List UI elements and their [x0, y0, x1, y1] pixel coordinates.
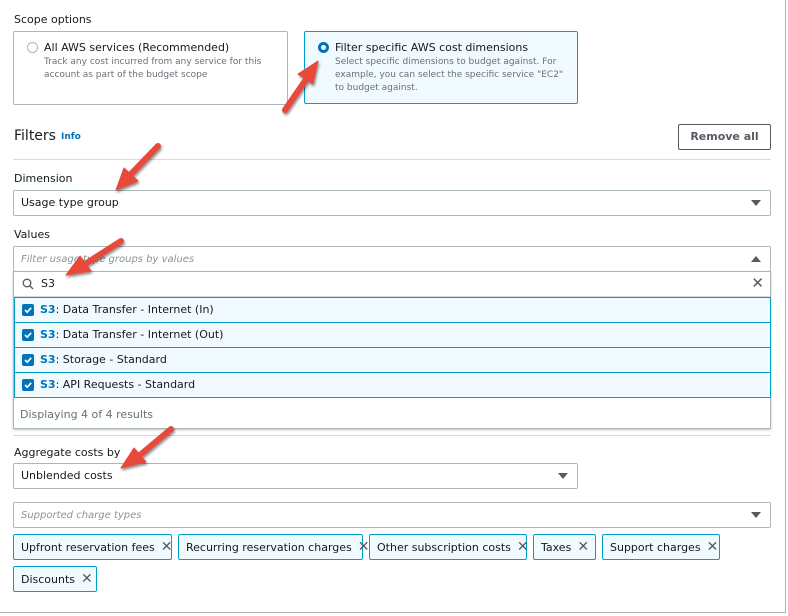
option-label: : Data Transfer - Internet (Out): [55, 328, 224, 341]
clear-search-icon[interactable]: ✕: [751, 276, 764, 291]
value-option[interactable]: S3: Data Transfer - Internet (Out): [14, 322, 771, 347]
divider: [13, 159, 771, 160]
values-dropdown: S3 ✕ S3: Data Transfer - Internet (In) S…: [13, 271, 771, 429]
values-multiselect[interactable]: Filter usage type groups by values: [13, 246, 771, 272]
remove-token-icon[interactable]: ✕: [161, 535, 173, 559]
remove-all-button[interactable]: Remove all: [678, 124, 771, 150]
info-link[interactable]: Info: [61, 132, 81, 142]
dimension-select[interactable]: Usage type group: [13, 190, 771, 216]
charge-type-token: Discounts ✕: [13, 566, 97, 592]
checkbox-checked-icon[interactable]: [22, 304, 34, 316]
results-count: Displaying 4 of 4 results: [20, 408, 153, 421]
caret-down-icon: [558, 473, 568, 479]
caret-down-icon: [751, 512, 761, 518]
token-label: Taxes: [541, 541, 572, 554]
search-icon: [22, 278, 34, 290]
option-match: S3: [40, 353, 56, 366]
charge-type-token: Recurring reservation charges ✕: [178, 534, 370, 560]
option-match: S3: [40, 328, 56, 341]
remove-token-icon[interactable]: ✕: [81, 567, 93, 591]
token-label: Recurring reservation charges: [186, 541, 352, 554]
scope-option-description: Select specific dimensions to budget aga…: [335, 57, 564, 93]
search-query: S3: [41, 277, 55, 290]
aggregate-value: Unblended costs: [21, 469, 113, 482]
checkbox-checked-icon[interactable]: [22, 379, 34, 391]
scope-option-description: Track any cost incurred from any service…: [44, 57, 262, 80]
charge-types-multiselect[interactable]: Supported charge types: [13, 502, 771, 528]
option-label: : API Requests - Standard: [55, 378, 196, 391]
scope-option-filter-dimensions[interactable]: Filter specific AWS cost dimensions Sele…: [304, 31, 578, 104]
dimension-label: Dimension: [14, 172, 73, 185]
token-label: Discounts: [21, 573, 76, 586]
checkbox-checked-icon[interactable]: [22, 354, 34, 366]
caret-down-icon: [751, 200, 761, 206]
values-label: Values: [14, 228, 50, 241]
scope-options-label: Scope options: [14, 13, 92, 26]
checkbox-checked-icon[interactable]: [22, 329, 34, 341]
values-placeholder: Filter usage type groups by values: [21, 254, 195, 265]
aggregate-label: Aggregate costs by: [14, 446, 121, 459]
value-option[interactable]: S3: API Requests - Standard: [14, 372, 771, 398]
scope-option-all-services[interactable]: All AWS services (Recommended) Track any…: [13, 31, 288, 105]
remove-token-icon[interactable]: ✕: [358, 535, 370, 559]
filters-heading: Filters: [14, 128, 56, 144]
value-option[interactable]: S3: Data Transfer - Internet (In): [14, 297, 771, 322]
charge-type-token: Upfront reservation fees ✕: [13, 534, 172, 560]
remove-token-icon[interactable]: ✕: [707, 535, 719, 559]
option-label: : Data Transfer - Internet (In): [55, 303, 214, 316]
values-search-input[interactable]: S3 ✕: [14, 272, 770, 297]
remove-token-icon[interactable]: ✕: [577, 535, 589, 559]
radio-unselected-icon[interactable]: [27, 42, 38, 53]
token-label: Other subscription costs: [377, 541, 511, 554]
value-option[interactable]: S3: Storage - Standard: [14, 347, 771, 372]
option-label: : Storage - Standard: [55, 353, 167, 366]
caret-up-icon: [751, 256, 761, 262]
charge-type-token: Taxes ✕: [533, 534, 596, 560]
remove-token-icon[interactable]: ✕: [517, 535, 529, 559]
dimension-value: Usage type group: [21, 196, 119, 209]
charge-type-token: Support charges ✕: [602, 534, 720, 560]
aggregate-select[interactable]: Unblended costs: [13, 463, 578, 489]
token-label: Support charges: [610, 541, 701, 554]
radio-selected-icon[interactable]: [318, 42, 329, 53]
charge-type-token: Other subscription costs ✕: [369, 534, 529, 560]
option-match: S3: [40, 303, 56, 316]
scope-option-title: All AWS services (Recommended): [44, 41, 230, 54]
option-match: S3: [40, 378, 56, 391]
scope-option-title: Filter specific AWS cost dimensions: [335, 41, 529, 54]
charge-types-placeholder: Supported charge types: [21, 510, 142, 521]
token-label: Upfront reservation fees: [21, 541, 155, 554]
divider: [13, 435, 771, 436]
